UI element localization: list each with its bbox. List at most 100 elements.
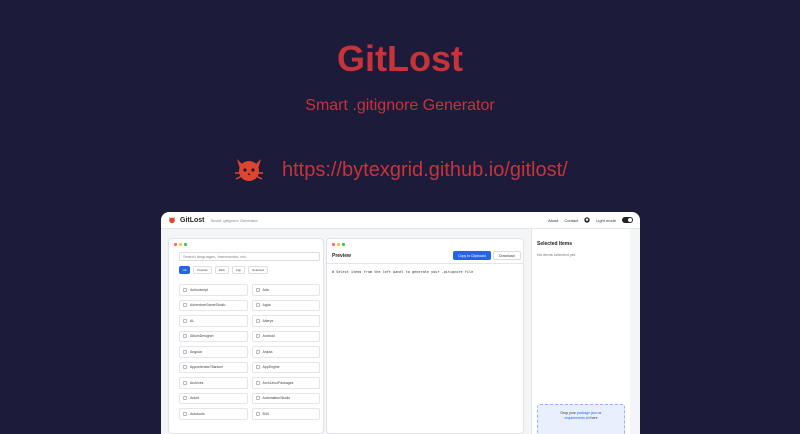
file-drop-zone[interactable]: Drop your package.json or requirements.t… xyxy=(537,404,625,434)
filter-popular[interactable]: Popular xyxy=(193,266,212,274)
templates-panel: Search languages, frameworks, etc. All P… xyxy=(168,238,324,434)
checkbox[interactable] xyxy=(255,349,260,354)
search-input[interactable]: Search languages, frameworks, etc. xyxy=(179,252,320,261)
checkbox[interactable] xyxy=(183,334,187,339)
selected-panel: Selected Items No items selected yet. Dr… xyxy=(531,229,630,434)
template-label: Alteryx xyxy=(262,318,274,323)
yellow-dot-icon xyxy=(179,243,182,246)
download-button[interactable]: Download xyxy=(493,251,521,260)
drop-file-name: package.json xyxy=(576,411,598,415)
template-label: Autoit xyxy=(190,396,199,401)
template-item[interactable]: Ada xyxy=(251,284,320,296)
drop-text: or xyxy=(597,411,602,415)
hero-url-link[interactable]: https://bytexgrid.github.io/gitlost/ xyxy=(282,159,568,182)
github-icon[interactable] xyxy=(584,217,590,223)
template-item[interactable]: AppceleratorTitanium xyxy=(179,361,248,373)
template-label: ArchLinuxPackages xyxy=(262,380,294,385)
red-dot-icon xyxy=(332,243,335,246)
nav-about-link[interactable]: About xyxy=(548,218,558,223)
copy-button[interactable]: Copy to Clipboard xyxy=(453,251,492,260)
template-item[interactable]: Anjuta xyxy=(251,346,320,358)
app-nav: About Contact Light mode xyxy=(548,217,633,223)
template-label: AutomationStudio xyxy=(262,396,291,401)
template-item[interactable]: Alteryx xyxy=(251,315,320,327)
template-item[interactable]: AL xyxy=(179,315,248,327)
template-item[interactable]: Angular xyxy=(179,346,248,358)
green-dot-icon xyxy=(184,243,187,246)
template-label: B4X xyxy=(262,411,270,416)
window-dots xyxy=(174,243,187,246)
yellow-dot-icon xyxy=(337,243,340,246)
checkbox[interactable] xyxy=(183,411,187,416)
template-item[interactable]: AppEngine xyxy=(251,361,320,373)
filter-web[interactable]: Web xyxy=(214,266,229,274)
checkbox[interactable] xyxy=(183,380,187,385)
template-item[interactable]: AltiumDesigner xyxy=(179,330,248,342)
template-item[interactable]: Actionscript xyxy=(179,284,248,296)
preview-panel: Preview Copy to Clipboard Download # Sel… xyxy=(326,238,524,434)
template-item[interactable]: ArchLinuxPackages xyxy=(251,377,320,389)
template-item[interactable]: Android xyxy=(251,330,320,342)
template-label: AL xyxy=(190,318,195,323)
template-label: Agda xyxy=(262,303,271,308)
checkbox[interactable] xyxy=(183,349,187,354)
template-label: AppceleratorTitanium xyxy=(190,365,224,370)
app-header: GitLost Smart .gitignore Generator About… xyxy=(161,212,640,229)
template-grid: Actionscript Ada AdventureGameStudio Agda AL… xyxy=(179,284,320,420)
template-label: AltiumDesigner xyxy=(190,334,214,339)
checkbox[interactable] xyxy=(255,380,260,385)
template-label: AppEngine xyxy=(262,365,280,370)
template-label: Angular xyxy=(190,349,203,354)
filter-selected[interactable]: Selected xyxy=(248,266,268,274)
drop-file-name: requirements.txt xyxy=(564,416,590,420)
checkbox[interactable] xyxy=(183,303,187,308)
template-item[interactable]: Autoit xyxy=(179,392,248,404)
template-item[interactable]: Archives xyxy=(179,377,248,389)
page-subtitle: Smart .gitignore Generator xyxy=(305,97,495,114)
preview-divider xyxy=(327,263,523,264)
app-tagline: Smart .gitignore Generator xyxy=(210,217,258,223)
checkbox[interactable] xyxy=(255,334,260,339)
checkbox[interactable] xyxy=(255,318,260,323)
template-label: Archives xyxy=(190,380,204,385)
preview-title: Preview xyxy=(332,253,351,259)
checkbox[interactable] xyxy=(183,287,187,292)
checkbox[interactable] xyxy=(255,411,260,416)
checkbox[interactable] xyxy=(183,318,187,323)
selected-empty-text: No items selected yet. xyxy=(537,252,577,257)
filter-app[interactable]: App xyxy=(231,266,246,274)
checkbox[interactable] xyxy=(183,365,187,370)
checkbox[interactable] xyxy=(255,303,260,308)
hero-link-row: https://bytexgrid.github.io/gitlost/ xyxy=(232,150,568,190)
checkbox[interactable] xyxy=(255,396,260,401)
checkbox[interactable] xyxy=(255,365,260,370)
filter-row: All Popular Web App Selected xyxy=(179,266,268,274)
cat-logo-icon xyxy=(235,159,263,181)
template-label: Anjuta xyxy=(262,349,273,354)
template-item[interactable]: AdventureGameStudio xyxy=(179,299,248,311)
template-label: Ada xyxy=(262,287,269,292)
app-body: Search languages, frameworks, etc. All P… xyxy=(161,229,640,434)
drop-text: Drop your xyxy=(560,411,577,415)
template-label: AdventureGameStudio xyxy=(190,303,226,308)
theme-label: Light mode xyxy=(596,217,616,223)
template-item[interactable]: Autotools xyxy=(179,408,248,420)
template-item[interactable]: B4X xyxy=(251,408,320,420)
app-screenshot: GitLost Smart .gitignore Generator About… xyxy=(161,212,640,434)
template-item[interactable]: Agda xyxy=(251,299,320,311)
green-dot-icon xyxy=(342,243,345,246)
selected-title: Selected Items xyxy=(537,241,573,247)
page-title: GitLost xyxy=(337,38,463,79)
theme-toggle[interactable] xyxy=(622,217,633,223)
checkbox[interactable] xyxy=(183,396,187,401)
template-label: Actionscript xyxy=(190,287,209,292)
nav-contact-link[interactable]: Contact xyxy=(564,218,578,223)
app-logo-icon xyxy=(169,216,175,224)
template-item[interactable]: AutomationStudio xyxy=(251,392,320,404)
template-label: Android xyxy=(262,334,275,339)
filter-all[interactable]: All xyxy=(179,266,191,274)
checkbox[interactable] xyxy=(255,287,260,292)
preview-code: # Select items from the left panel to ge… xyxy=(332,270,474,274)
drop-text: here xyxy=(589,416,598,420)
red-dot-icon xyxy=(174,243,177,246)
